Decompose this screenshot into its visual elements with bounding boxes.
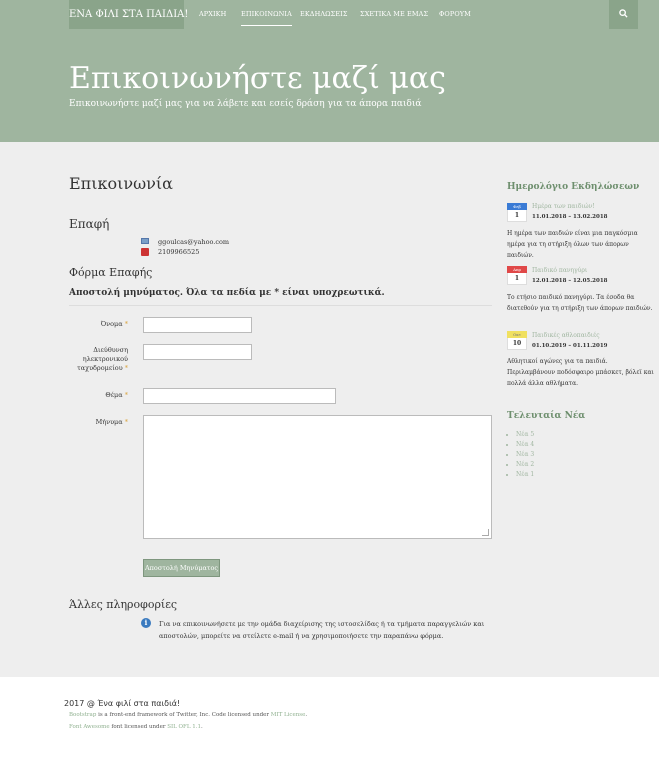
calendar-date-badge: Οκτ 10	[507, 331, 527, 350]
contact-phone: 2109966525	[158, 248, 200, 256]
form-heading: Φόρμα Επαφής	[69, 266, 153, 279]
news-item-link[interactable]: Νέα 2	[516, 460, 534, 470]
name-label: Όνομα *	[100, 320, 128, 328]
divider	[69, 305, 492, 306]
ofl-license-link[interactable]: SIL OFL 1.1	[167, 724, 201, 730]
news-list: Νέα 5 Νέα 4 Νέα 3 Νέα 2 Νέα 1	[507, 430, 534, 480]
font-awesome-link[interactable]: Font Awesome	[69, 724, 110, 730]
subject-label: Θέμα *	[105, 391, 128, 399]
site-brand[interactable]: ΕΝΑ ΦΙΛΙ ΣΤΑ ΠΑΙΔΙΑ!	[69, 0, 188, 29]
footer-credits-fontawesome: Font Awesome font licensed under SIL OFL…	[69, 724, 203, 730]
contact-heading: Επαφή	[69, 217, 110, 231]
event-description: Το ετήσιο παιδικό πανηγύρι. Τα έσοδα θα …	[507, 294, 653, 312]
calendar-day: 1	[507, 273, 527, 285]
nav-item-home[interactable]: ΑΡΧΙΚΗ	[199, 0, 226, 29]
calendar-day: 10	[507, 338, 527, 350]
page-header-title: Επικοινωνήστε μαζί μας	[69, 61, 446, 96]
event-dates: 11.01.2018 – 13.02.2018	[532, 214, 608, 220]
other-info-heading: Άλλες πληροφορίες	[69, 598, 178, 611]
mit-license-link[interactable]: MIT License	[271, 712, 306, 718]
footer-text: .	[305, 712, 308, 718]
form-intro: Αποστολή μηνύματος. Όλα τα πεδία με * εί…	[69, 288, 385, 298]
event-title-link[interactable]: Παιδικές αθλοπαιδιές	[532, 332, 600, 339]
main-content: Επικοινωνία Επαφή ggoulcas@yahoo.com 210…	[0, 142, 659, 677]
name-input[interactable]	[143, 317, 252, 333]
news-item-link[interactable]: Νέα 5	[516, 430, 534, 440]
phone-icon	[141, 248, 149, 256]
footer-copyright: 2017 @ Ένα φιλί στα παιδιά!	[64, 699, 181, 708]
envelope-icon	[141, 238, 149, 244]
event-title-link[interactable]: Παιδικό πανηγύρι	[532, 267, 587, 274]
event-description: Η ημέρα των παιδιών είναι μια παγκόσμια …	[507, 230, 638, 259]
calendar-date-badge: Φεβ 1	[507, 203, 527, 222]
other-info-text: Για να επικοινωνήσετε με την ομάδα διαχε…	[159, 620, 485, 640]
news-item-link[interactable]: Νέα 1	[516, 470, 534, 480]
search-button[interactable]	[609, 0, 638, 29]
send-message-button[interactable]: Αποστολή Μηνύματος	[143, 559, 220, 577]
subject-input[interactable]	[143, 388, 336, 404]
calendar-month: Απρ	[507, 266, 527, 273]
email-input[interactable]	[143, 344, 252, 360]
navbar: ΕΝΑ ΦΙΛΙ ΣΤΑ ΠΑΙΔΙΑ! ΑΡΧΙΚΗ ΕΠΙΚΟΙΝΩΝΙΑ …	[0, 0, 659, 29]
message-textarea[interactable]	[143, 415, 492, 539]
page-title: Επικοινωνία	[69, 174, 173, 193]
footer-text: font licensed under	[109, 724, 168, 730]
footer-text: .	[201, 724, 203, 730]
calendar-date-badge: Απρ 1	[507, 266, 527, 285]
page-header: Επικοινωνήστε μαζί μας Επικοινωνήστε μαζ…	[0, 29, 659, 142]
page-header-subtitle: Επικοινωνήστε μαζί μας για να λάβετε και…	[69, 99, 422, 109]
search-icon	[619, 9, 628, 18]
footer-credits-bootstrap: Bootstrap is a front-end framework of Tw…	[69, 712, 307, 718]
news-item-link[interactable]: Νέα 4	[516, 440, 534, 450]
event-dates: 12.01.2018 – 12.05.2018	[532, 278, 608, 284]
nav-item-events[interactable]: ΕΚΔΗΛΩΣΕΙΣ	[300, 0, 348, 29]
calendar-month: Φεβ	[507, 203, 527, 210]
news-heading: Τελευταία Νέα	[507, 411, 586, 421]
info-icon: i	[141, 618, 151, 628]
email-label: Διεύθυνση ηλεκτρονικού ταχυδρομείου *	[77, 346, 128, 372]
nav-item-about[interactable]: ΣΧΕΤΙΚΑ ΜΕ ΕΜΑΣ	[360, 0, 428, 29]
news-item-link[interactable]: Νέα 3	[516, 450, 534, 460]
nav-item-contact[interactable]: ΕΠΙΚΟΙΝΩΝΙΑ	[241, 0, 292, 29]
resize-handle[interactable]	[482, 529, 489, 536]
calendar-heading: Ημερολόγιο Εκδηλώσεων	[507, 182, 640, 192]
footer: 2017 @ Ένα φιλί στα παιδιά! Bootstrap is…	[0, 677, 659, 767]
bootstrap-link[interactable]: Bootstrap	[69, 712, 96, 718]
nav-item-forum[interactable]: ΦΟΡΟΥΜ	[439, 0, 471, 29]
footer-text: is a front-end framework of Twitter, Inc…	[96, 712, 271, 718]
event-title-link[interactable]: Ημέρα των παιδιών!	[532, 203, 595, 210]
calendar-month: Οκτ	[507, 331, 527, 338]
event-description: Αθλητικοί αγώνες για τα παιδιά. Περιλαμβ…	[507, 358, 654, 387]
contact-email: ggoulcas@yahoo.com	[158, 238, 230, 246]
message-label: Μήνυμα *	[95, 418, 128, 426]
calendar-day: 1	[507, 210, 527, 222]
event-dates: 01.10.2019 – 01.11.2019	[532, 343, 608, 349]
